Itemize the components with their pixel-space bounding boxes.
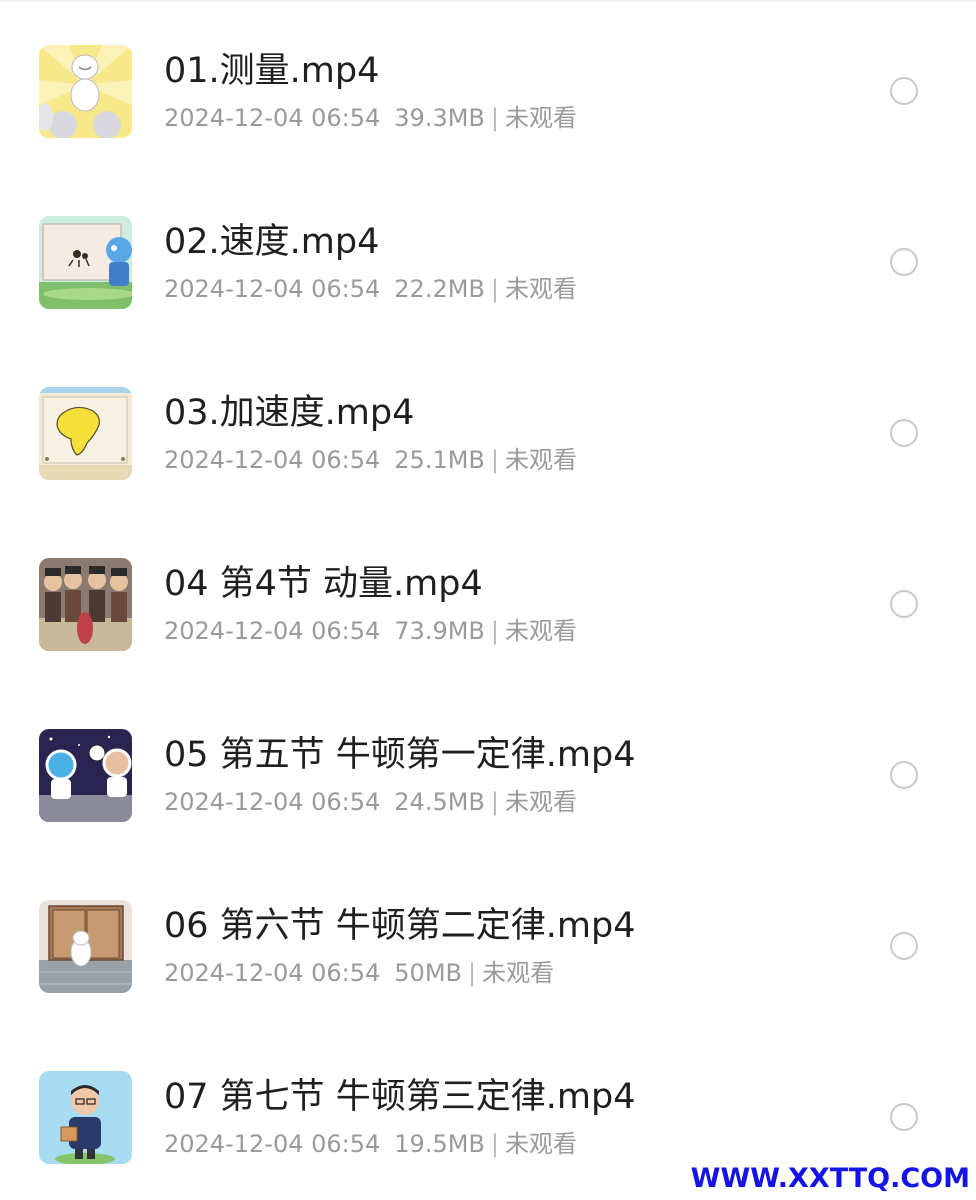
meta-separator: |	[490, 617, 499, 645]
watermark: WWW.XXTTQ.COM	[690, 1163, 970, 1194]
file-date: 2024-12-04 06:54	[164, 959, 381, 987]
list-item[interactable]: 04 第4节 动量.mp4 2024-12-04 06:54 73.9MB | 未观看	[0, 513, 976, 684]
meta-separator: |	[490, 275, 499, 303]
file-size: 24.5MB	[394, 788, 485, 816]
video-thumbnail[interactable]	[39, 1071, 132, 1164]
meta-separator: |	[468, 959, 477, 987]
file-size: 50MB	[394, 959, 462, 987]
file-date: 2024-12-04 06:54	[164, 1130, 381, 1158]
file-name: 06 第六节 牛顿第二定律.mp4	[164, 906, 636, 946]
list-item[interactable]: 02.速度.mp4 2024-12-04 06:54 22.2MB | 未观看	[0, 171, 976, 342]
video-thumbnail[interactable]	[39, 216, 132, 309]
select-radio[interactable]	[890, 1103, 918, 1131]
list-item[interactable]: 03.加速度.mp4 2024-12-04 06:54 25.1MB | 未观看	[0, 342, 976, 513]
file-name: 07 第七节 牛顿第三定律.mp4	[164, 1077, 636, 1117]
watch-status: 未观看	[504, 446, 577, 474]
file-size: 19.5MB	[394, 1130, 485, 1158]
watch-status: 未观看	[504, 1130, 577, 1158]
figure-at-doors-thumbnail	[39, 900, 132, 993]
astronauts-space-thumbnail	[39, 729, 132, 822]
file-size: 22.2MB	[394, 275, 485, 303]
file-list-screen: 01.测量.mp4 2024-12-04 06:5439.3MB|未观看	[0, 0, 976, 1200]
video-thumbnail[interactable]	[39, 900, 132, 993]
file-meta: 2024-12-04 06:54 50MB | 未观看	[164, 956, 554, 990]
file-meta: 2024-12-04 06:54 39.3MB | 未观看	[164, 101, 577, 135]
file-meta: 2024-12-04 06:54 73.9MB | 未观看	[164, 614, 577, 648]
meta-separator: |	[490, 1130, 499, 1158]
file-date: 2024-12-04 06:54	[164, 788, 381, 816]
file-meta: 2024-12-04 06:54 25.1MB | 未观看	[164, 443, 577, 477]
file-date: 2024-12-04 06:54	[164, 617, 381, 645]
select-radio[interactable]	[890, 932, 918, 960]
africa-map-thumbnail	[39, 387, 132, 480]
file-name: 05 第五节 牛顿第一定律.mp4	[164, 735, 636, 775]
list-item[interactable]: 06 第六节 牛顿第二定律.mp4 2024-12-04 06:54 50MB | 未…	[0, 855, 976, 1026]
file-size: 73.9MB	[394, 617, 485, 645]
file-name: 01.测量.mp4	[164, 51, 380, 91]
watch-status: 未观看	[482, 959, 555, 987]
file-size: 39.3MB	[394, 104, 485, 132]
select-radio[interactable]	[890, 419, 918, 447]
crowd-scene-thumbnail	[39, 558, 132, 651]
meta-separator: |	[490, 104, 499, 132]
meta-separator: |	[490, 788, 499, 816]
meta-separator: |	[490, 446, 499, 474]
file-date: 2024-12-04 06:54	[164, 104, 381, 132]
video-thumbnail[interactable]	[39, 387, 132, 480]
watch-status: 未观看	[504, 788, 577, 816]
file-meta: 2024-12-04 06:54 24.5MB | 未观看	[164, 785, 577, 819]
file-meta: 2024-12-04 06:54 22.2MB | 未观看	[164, 272, 577, 306]
select-radio[interactable]	[890, 248, 918, 276]
video-thumbnail[interactable]	[39, 558, 132, 651]
file-name: 04 第4节 动量.mp4	[164, 564, 483, 604]
video-thumbnail[interactable]	[39, 729, 132, 822]
file-meta: 2024-12-04 06:54 19.5MB | 未观看	[164, 1127, 577, 1161]
video-thumbnail[interactable]	[39, 45, 132, 138]
watch-status: 未观看	[504, 275, 577, 303]
select-radio[interactable]	[890, 77, 918, 105]
file-date: 2024-12-04 06:54	[164, 446, 381, 474]
select-radio[interactable]	[890, 761, 918, 789]
file-name: 03.加速度.mp4	[164, 393, 415, 433]
ant-and-robot-thumbnail	[39, 216, 132, 309]
file-date: 2024-12-04 06:54	[164, 275, 381, 303]
teacher-with-book-thumbnail	[39, 1071, 132, 1164]
file-name: 02.速度.mp4	[164, 222, 380, 262]
watch-status: 未观看	[504, 104, 577, 132]
select-radio[interactable]	[890, 590, 918, 618]
list-item[interactable]: 05 第五节 牛顿第一定律.mp4 2024-12-04 06:54 24.5MB…	[0, 684, 976, 855]
watch-status: 未观看	[504, 617, 577, 645]
cartoon-figure-meditating-thumbnail	[39, 45, 132, 138]
file-size: 25.1MB	[394, 446, 485, 474]
list-item[interactable]: 01.测量.mp4 2024-12-04 06:54 39.3MB | 未观看	[0, 0, 976, 171]
